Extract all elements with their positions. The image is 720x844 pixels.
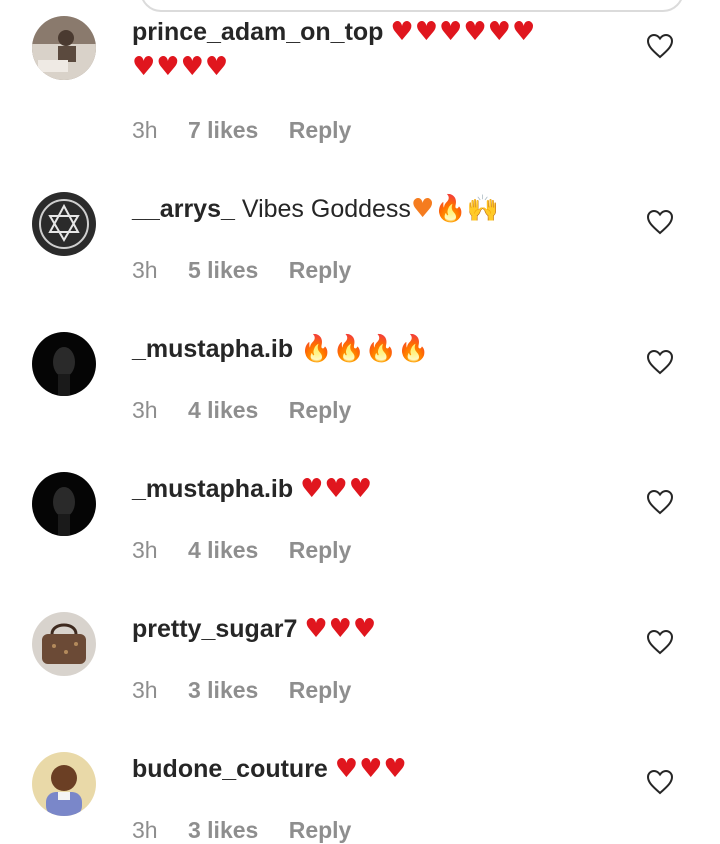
comment-username[interactable]: __arrys_ <box>132 195 235 223</box>
heart-outline-icon <box>646 629 674 655</box>
heart-outline-icon <box>646 769 674 795</box>
comment-emoji: ♥🔥🙌 <box>410 194 499 224</box>
comment-username[interactable]: _mustapha.ib <box>132 475 293 503</box>
comment-meta: 3h 4 likes Reply <box>132 397 375 424</box>
comment-username[interactable]: prince_adam_on_top <box>132 18 383 46</box>
like-button[interactable] <box>646 629 674 655</box>
comment-meta: 3h 3 likes Reply <box>132 817 375 844</box>
comment-time: 3h <box>132 257 158 283</box>
comment-time: 3h <box>132 397 158 423</box>
like-button[interactable] <box>646 489 674 515</box>
comment-meta: 3h 4 likes Reply <box>132 537 375 564</box>
comment-likes[interactable]: 3 likes <box>188 817 258 843</box>
comment-meta: 3h 3 likes Reply <box>132 677 375 704</box>
avatar[interactable] <box>32 472 96 536</box>
reply-button[interactable]: Reply <box>289 257 352 283</box>
like-button[interactable] <box>646 33 674 59</box>
like-button[interactable] <box>646 769 674 795</box>
avatar[interactable] <box>32 752 96 816</box>
comment-body: _mustapha.ib 🔥🔥🔥🔥 <box>132 332 632 367</box>
comment-time: 3h <box>132 817 158 843</box>
comment-body: prince_adam_on_top ♥♥♥♥♥♥ ♥♥♥♥ <box>132 15 632 85</box>
comment-username[interactable]: _mustapha.ib <box>132 335 293 363</box>
like-button[interactable] <box>646 349 674 375</box>
comment-meta: 3h 7 likes Reply <box>132 117 375 144</box>
like-button[interactable] <box>646 209 674 235</box>
comment-time: 3h <box>132 677 158 703</box>
comment-emoji: ♥♥♥ <box>304 614 378 644</box>
comment-body: __arrys_ Vibes Goddess♥🔥🙌 <box>132 192 632 227</box>
comment-likes[interactable]: 4 likes <box>188 537 258 563</box>
comment-emoji: 🔥🔥🔥🔥 <box>300 334 430 364</box>
reply-button[interactable]: Reply <box>289 397 352 423</box>
comment-likes[interactable]: 7 likes <box>188 117 258 143</box>
reply-button[interactable]: Reply <box>289 677 352 703</box>
heart-outline-icon <box>646 489 674 515</box>
comment-emoji: ♥♥♥ <box>300 474 374 504</box>
comment-meta: 3h 5 likes Reply <box>132 257 375 284</box>
avatar[interactable] <box>32 612 96 676</box>
heart-outline-icon <box>646 349 674 375</box>
comment-username[interactable]: budone_couture <box>132 755 328 783</box>
reply-button[interactable]: Reply <box>289 117 352 143</box>
comment-likes[interactable]: 4 likes <box>188 397 258 423</box>
comment-emoji: ♥♥♥ <box>334 754 408 784</box>
comment-body: pretty_sugar7 ♥♥♥ <box>132 612 632 647</box>
comment-text: Vibes Goddess <box>241 195 411 223</box>
comment-time: 3h <box>132 537 158 563</box>
comment-time: 3h <box>132 117 158 143</box>
comment-input-bar[interactable] <box>140 0 684 12</box>
heart-outline-icon <box>646 33 674 59</box>
comment-body: budone_couture ♥♥♥ <box>132 752 632 787</box>
reply-button[interactable]: Reply <box>289 817 352 843</box>
avatar[interactable] <box>32 332 96 396</box>
avatar[interactable] <box>32 192 96 256</box>
comment-likes[interactable]: 5 likes <box>188 257 258 283</box>
comment-body: _mustapha.ib ♥♥♥ <box>132 472 632 507</box>
reply-button[interactable]: Reply <box>289 537 352 563</box>
heart-outline-icon <box>646 209 674 235</box>
comment-username[interactable]: pretty_sugar7 <box>132 615 297 643</box>
avatar[interactable] <box>32 16 96 80</box>
comment-likes[interactable]: 3 likes <box>188 677 258 703</box>
